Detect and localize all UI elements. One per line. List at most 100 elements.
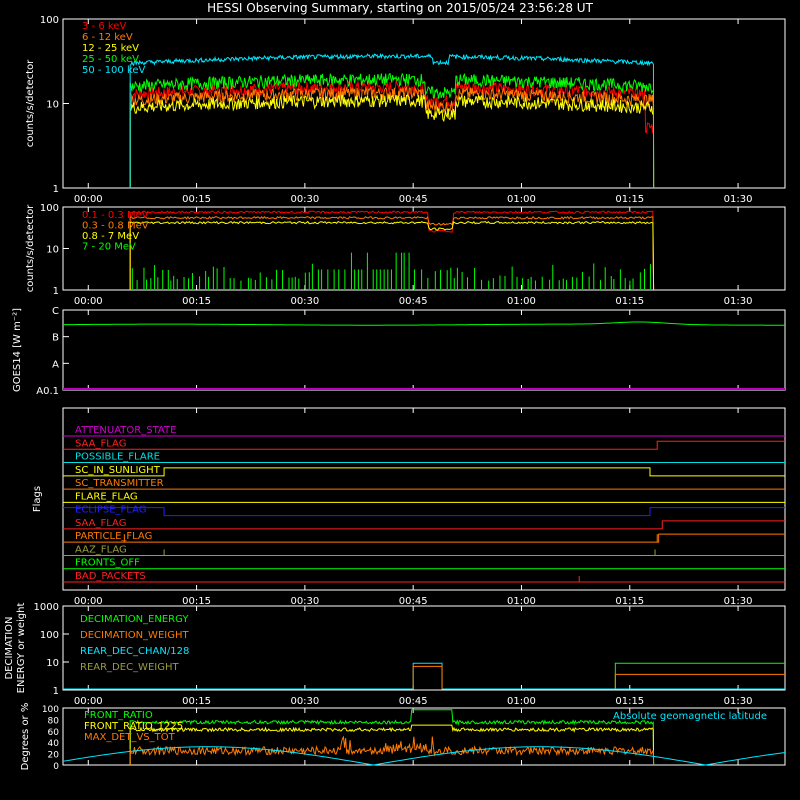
flag-label: ATTENUATOR_STATE [75, 425, 176, 436]
legend-entry: DECIMATION_ENERGY [80, 614, 189, 625]
flag-label: AAZ_FLAG [75, 544, 127, 555]
x-tick-label: 00:00 [74, 596, 103, 607]
x-tick-label: 00:15 [182, 596, 211, 607]
x-tick-label: 00:15 [182, 296, 211, 307]
y-tick-label: A [52, 359, 59, 370]
y-tick-label: 10 [46, 658, 59, 669]
flag-label: FRONTS_OFF [75, 558, 140, 569]
y-tick-label: 100 [40, 15, 59, 26]
panel-goes-frame [62, 309, 786, 391]
y-tick-label: 100 [40, 203, 59, 214]
series-line [129, 735, 655, 766]
x-tick-label: 00:30 [290, 296, 319, 307]
legend-entry: 12 - 25 keV [82, 43, 139, 54]
figure-title: HESSI Observing Summary, starting on 201… [207, 1, 593, 15]
legend-entry: 50 - 100 keV [82, 65, 146, 76]
y-axis-label: counts/s/detector [25, 204, 36, 292]
x-tick-label: 01:30 [724, 696, 753, 707]
flag-label: BAD_PACKETS [75, 571, 146, 582]
y-tick-label: 1000 [34, 602, 59, 613]
series-line [614, 673, 785, 689]
x-tick-label: 01:15 [615, 194, 644, 205]
flag-label: FLARE_FLAG [75, 491, 138, 502]
x-tick-label: 00:00 [74, 696, 103, 707]
x-tick-label: 01:00 [507, 696, 536, 707]
flag-label: SAA_FLAG [75, 438, 126, 449]
y-axis-label: Degrees or % [20, 703, 31, 771]
flag-label: SC_TRANSMITTER [75, 478, 164, 489]
y-tick-label: 1 [53, 184, 59, 195]
x-tick-label: 00:30 [290, 194, 319, 205]
legend-entry: DECIMATION_WEIGHT [80, 630, 189, 641]
latitude-annotation: Absolute geomagnetic latitude [613, 711, 767, 722]
x-tick-label: 00:45 [399, 296, 428, 307]
x-tick-label: 01:15 [615, 696, 644, 707]
x-tick-label: 00:00 [74, 194, 103, 205]
legend-entry: REAR_DEC_CHAN/128 [80, 646, 189, 657]
x-tick-label: 00:30 [290, 596, 319, 607]
legend-entry: 6 - 12 keV [82, 32, 133, 43]
legend-entry: 3 - 6 keV [82, 21, 126, 32]
legend-entry: REAR_DEC_WEIGHT [80, 662, 179, 673]
flag-line [63, 520, 785, 530]
y-tick-label: 40 [48, 739, 60, 749]
y-axis-label: counts/s/detector [25, 59, 36, 147]
series-line [129, 724, 655, 766]
x-tick-label: 01:00 [507, 194, 536, 205]
hessi-summary-figure: HESSI Observing Summary, starting on 201… [4, 1, 786, 772]
x-tick-label: 01:00 [507, 296, 536, 307]
x-tick-label: 00:45 [399, 596, 428, 607]
x-tick-label: 01:30 [724, 296, 753, 307]
y-axis-label: ENERGY or weight [16, 603, 27, 694]
x-tick-label: 01:15 [615, 596, 644, 607]
legend-entry: MAX_DET_VS_TOT [84, 732, 176, 743]
panels: 00:00 00:15 00:30 00:45 01:00 01:15 01:30 count… [4, 15, 786, 772]
y-tick-label: A0.1 [36, 386, 59, 397]
y-tick-label: 10 [46, 245, 59, 256]
series-line [129, 94, 655, 189]
series-line [412, 665, 443, 689]
flag-line [63, 533, 785, 543]
x-tick-label: 00:15 [182, 696, 211, 707]
x-tick-label: 00:45 [399, 696, 428, 707]
flag-label: PARTICLE_FLAG [75, 531, 152, 542]
legend-entry: FRONT_RATIO_1225 [84, 721, 183, 732]
legend-entry: 0.3 - 0.8 MeV [82, 221, 149, 232]
y-tick-label: B [52, 333, 59, 344]
flag-label: ECLIPSE_FLAG [75, 505, 146, 516]
legend-entry: 0.8 - 7 MeV [82, 231, 139, 242]
panel-gamma-frame [62, 206, 786, 291]
series-line [129, 52, 655, 189]
x-tick-label: 00:30 [290, 696, 319, 707]
y-tick-label: C [52, 306, 59, 317]
flag-label: POSSIBLE_FLARE [75, 452, 160, 463]
y-axis-label: GOES14 [W m⁻²] [12, 308, 23, 392]
flag-line [63, 440, 785, 450]
x-tick-label: 01:00 [507, 596, 536, 607]
x-tick-label: 01:15 [615, 296, 644, 307]
flag-label: SAA_FLAG [75, 518, 126, 529]
y-tick-label: 60 [48, 728, 60, 738]
y-tick-label: 80 [48, 716, 60, 726]
flag-line [63, 507, 785, 517]
y-tick-label: 100 [40, 630, 59, 641]
y-axis-label: Flags [32, 486, 43, 512]
x-tick-label: 00:00 [74, 296, 103, 307]
y-tick-label: 20 [48, 751, 60, 761]
legend-entry: 0.1 - 0.3 MeV [82, 210, 149, 221]
y-tick-label: 1 [53, 286, 59, 297]
x-tick-label: 00:45 [399, 194, 428, 205]
x-tick-label: 01:30 [724, 596, 753, 607]
y-tick-label: 0 [53, 762, 59, 772]
series-line [614, 662, 785, 689]
x-tick-label: 01:30 [724, 194, 753, 205]
y-axis-label: DECIMATION [4, 616, 15, 679]
flag-line [63, 467, 785, 477]
flag-label: SC_IN_SUNLIGHT [75, 465, 161, 476]
panel-hxr-frame [62, 18, 786, 189]
series-line [62, 321, 786, 326]
x-tick-label: 00:15 [182, 194, 211, 205]
y-tick-label: 100 [42, 705, 59, 715]
legend-entry: 7 - 20 MeV [82, 242, 136, 253]
legend-entry: 25 - 50 keV [82, 54, 139, 65]
